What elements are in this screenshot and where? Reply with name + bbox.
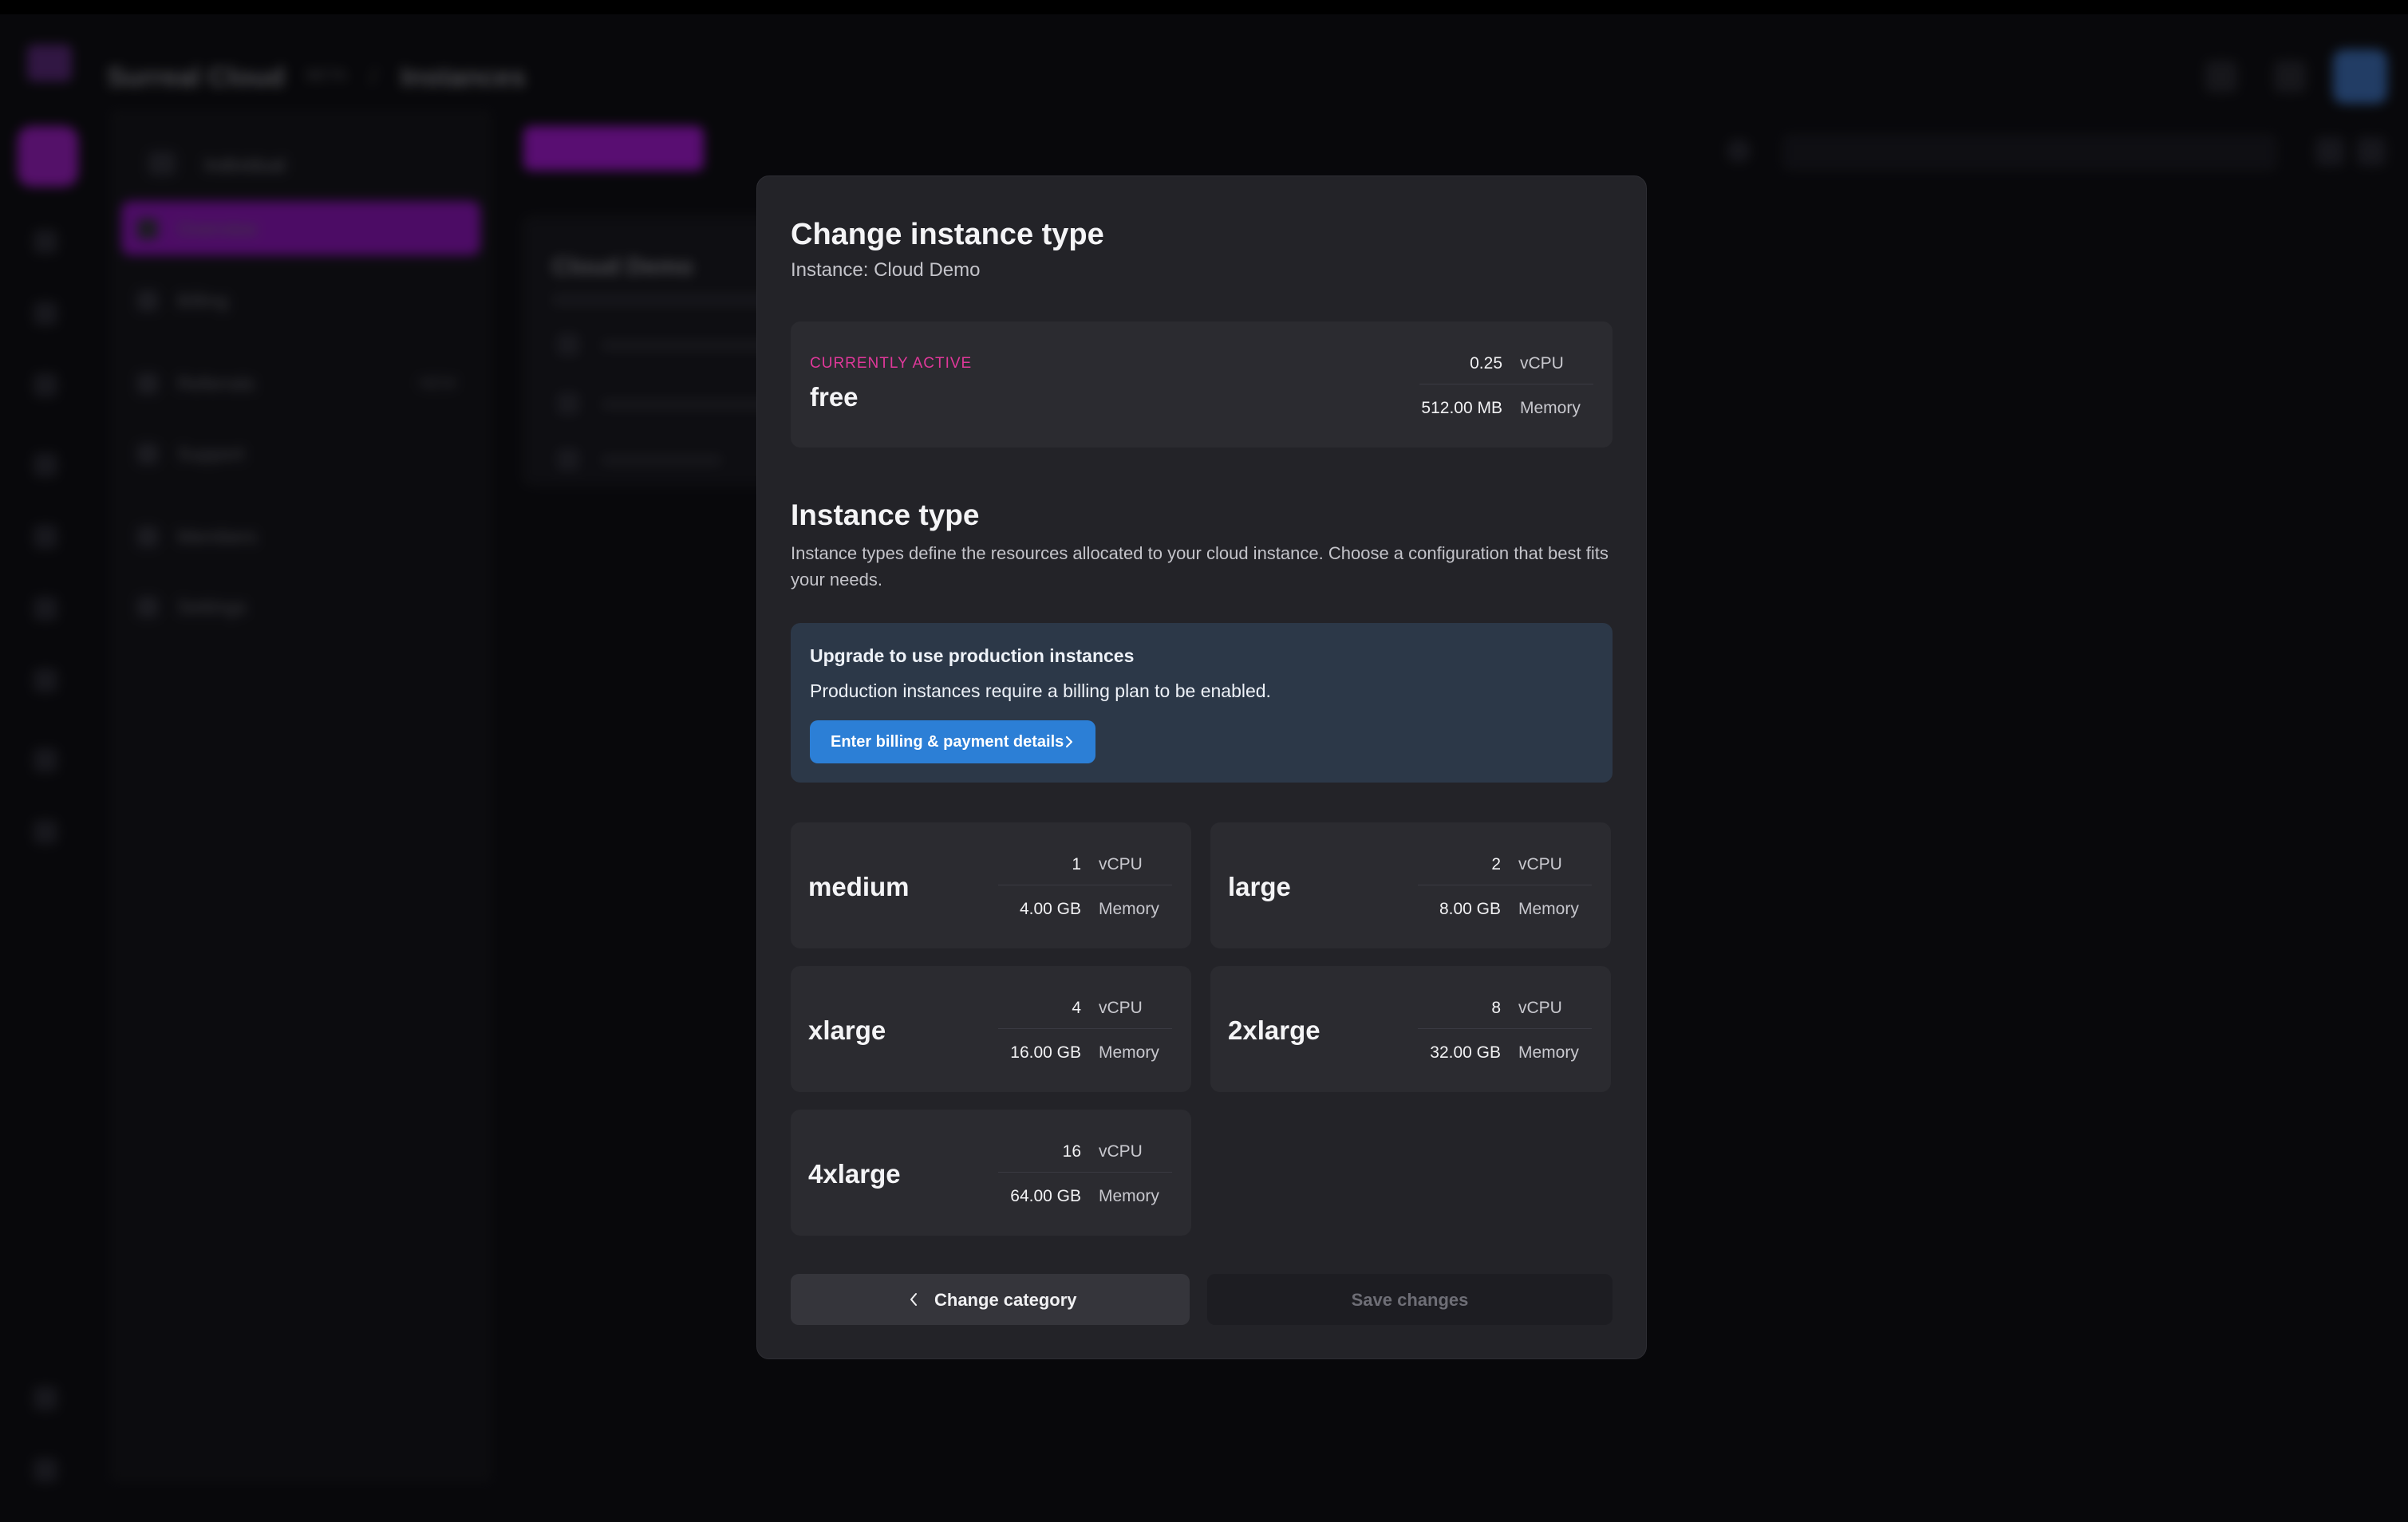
current-instance-specs: 0.25 vCPU 512.00 MB Memory [1419,340,1593,429]
memory-value: 512.00 MB [1421,399,1502,417]
memory-value: 64.00 GB [1010,1187,1081,1205]
vcpu-unit: vCPU [1520,354,1564,373]
change-instance-type-dialog: Change instance type Instance: Cloud Dem… [756,175,1647,1359]
instance-type-4xlarge[interactable]: 4xlarge 16 vCPU 64.00 GB Memory [791,1110,1191,1236]
vcpu-row: 2 vCPU [1418,841,1592,885]
save-changes-label: Save changes [1351,1290,1469,1310]
instance-type-specs: 1 vCPU 4.00 GB Memory [998,841,1172,930]
instance-type-name: xlarge [808,1015,886,1045]
upgrade-text: Production instances require a billing p… [810,680,1271,701]
dialog-title: Change instance type [791,218,1104,251]
vcpu-value: 4 [1072,999,1081,1017]
memory-unit: Memory [1099,1187,1159,1205]
memory-row: 4.00 GB Memory [998,885,1172,930]
instance-type-medium[interactable]: medium 1 vCPU 4.00 GB Memory [791,822,1191,948]
chevron-left-icon [910,1293,917,1306]
instance-type-name: medium [808,872,910,901]
section-title: Instance type [791,499,980,531]
instance-type-specs: 8 vCPU 32.00 GB Memory [1418,984,1592,1074]
vcpu-value: 1 [1072,855,1081,873]
instance-type-name: large [1228,872,1291,901]
vcpu-unit: vCPU [1099,855,1143,873]
upgrade-notice: Upgrade to use production instances Prod… [791,623,1613,783]
vcpu-row: 1 vCPU [998,841,1172,885]
change-category-label: Change category [934,1290,1077,1310]
save-changes-button[interactable]: Save changes [1207,1274,1613,1325]
instance-type-specs: 2 vCPU 8.00 GB Memory [1418,841,1592,930]
memory-unit: Memory [1518,900,1579,918]
memory-row: 32.00 GB Memory [1418,1029,1592,1074]
memory-unit: Memory [1518,1043,1579,1062]
vcpu-unit: vCPU [1518,855,1562,873]
instance-type-large[interactable]: large 2 vCPU 8.00 GB Memory [1210,822,1611,948]
vcpu-row: 4 vCPU [998,984,1172,1029]
vcpu-value: 8 [1491,999,1501,1017]
instance-type-2xlarge[interactable]: 2xlarge 8 vCPU 32.00 GB Memory [1210,966,1611,1092]
section-description: Instance types define the resources allo… [791,543,1609,589]
vcpu-value: 16 [1062,1142,1081,1161]
vcpu-unit: vCPU [1099,1142,1143,1161]
enter-billing-button[interactable]: Enter billing & payment details [810,720,1095,763]
instance-type-specs: 4 vCPU 16.00 GB Memory [998,984,1172,1074]
vcpu-unit: vCPU [1518,999,1562,1017]
memory-value: 4.00 GB [1019,900,1081,918]
enter-billing-label: Enter billing & payment details [831,733,1064,751]
memory-unit: Memory [1520,399,1581,417]
memory-unit: Memory [1099,1043,1159,1062]
memory-value: 16.00 GB [1010,1043,1081,1062]
memory-row: 64.00 GB Memory [998,1173,1172,1217]
current-instance-name: free [810,382,859,412]
vcpu-row: 16 vCPU [998,1128,1172,1173]
instance-type-name: 4xlarge [808,1159,901,1189]
vcpu-unit: vCPU [1099,999,1143,1017]
current-instance-card: CURRENTLY ACTIVE free 0.25 vCPU 512.00 M… [791,321,1613,448]
vcpu-row: 0.25 vCPU [1419,340,1593,384]
memory-row: 8.00 GB Memory [1418,885,1592,930]
memory-row: 512.00 MB Memory [1419,384,1593,429]
memory-value: 8.00 GB [1439,900,1501,918]
dialog-subtitle: Instance: Cloud Demo [791,259,981,281]
memory-unit: Memory [1099,900,1159,918]
instance-type-xlarge[interactable]: xlarge 4 vCPU 16.00 GB Memory [791,966,1191,1092]
memory-value: 32.00 GB [1430,1043,1501,1062]
instance-type-specs: 16 vCPU 64.00 GB Memory [998,1128,1172,1217]
upgrade-title: Upgrade to use production instances [810,645,1135,666]
change-category-button[interactable]: Change category [791,1274,1190,1325]
instance-type-name: 2xlarge [1228,1015,1320,1045]
currently-active-label: CURRENTLY ACTIVE [810,355,973,372]
vcpu-row: 8 vCPU [1418,984,1592,1029]
memory-row: 16.00 GB Memory [998,1029,1172,1074]
vcpu-value: 0.25 [1470,354,1502,373]
chevron-right-icon [1066,736,1072,747]
vcpu-value: 2 [1491,855,1501,873]
